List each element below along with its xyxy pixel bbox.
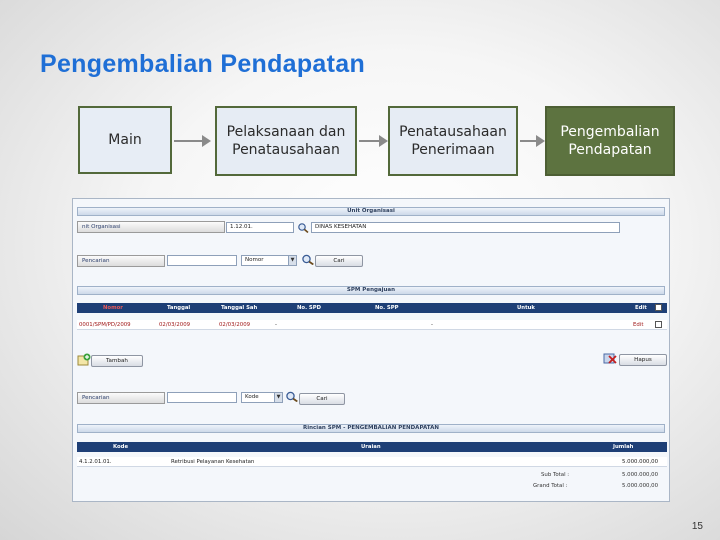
delete-button[interactable]: Hapus <box>619 354 667 366</box>
flow-arrow-icon <box>359 135 388 147</box>
search-input[interactable] <box>167 392 237 403</box>
row-nomor[interactable]: 0001/SPM/PD/2009 <box>79 320 131 330</box>
app-screenshot: Unit Organisasi nit Organisasi 1.12.01. … <box>72 198 670 502</box>
page-number: 15 <box>691 521 703 532</box>
col-untuk: Untuk <box>517 305 535 311</box>
search-button[interactable]: Cari <box>299 393 345 405</box>
search-field-select[interactable]: Nomor ▼ <box>241 255 297 266</box>
table-row[interactable]: 4.1.2.01.01. Retribusi Pelayanan Kesehat… <box>77 457 667 467</box>
unit-code-field[interactable]: 1.12.01. <box>226 222 294 233</box>
add-button[interactable]: Tambah <box>91 355 143 367</box>
unit-organisasi-bar: Unit Organisasi <box>77 207 665 216</box>
flow-step-label: Pelaksanaan dan Penatausahaan <box>226 124 346 158</box>
col-edit: Edit <box>635 305 647 311</box>
add-icon <box>77 353 91 366</box>
slide-title: Pengembalian Pendapatan <box>40 50 366 78</box>
flow-arrow-icon <box>174 135 211 147</box>
search-label: Pencarian <box>77 255 165 267</box>
search-icon <box>286 391 298 402</box>
table-row[interactable]: 0001/SPM/PD/2009 02/03/2009 02/03/2009 -… <box>77 320 667 330</box>
col-uraian: Uraian <box>361 444 381 450</box>
flow-step-main[interactable]: Main <box>78 106 172 174</box>
row-jumlah: 5.000.000,00 <box>622 459 659 465</box>
col-kode: Kode <box>113 444 129 450</box>
unit-organisasi-label: nit Organisasi <box>77 221 225 233</box>
chevron-down-icon: ▼ <box>288 256 296 265</box>
grand-total-value: 5.000.000,00 <box>622 483 659 489</box>
row-tanggal: 02/03/2009 <box>159 322 191 328</box>
flow-step-pengembalian[interactable]: Pengembalian Pendapatan <box>545 106 675 176</box>
search-label: Pencarian <box>77 392 165 404</box>
sub-total-value: 5.000.000,00 <box>622 472 659 478</box>
row-uraian: Retribusi Pelayanan Kesehatan <box>171 459 255 465</box>
detail-table-header: Kode Uraian Jumlah <box>77 442 667 452</box>
sub-total-label: Sub Total : <box>541 472 570 478</box>
col-tanggal-sah: Tanggal Sah <box>221 305 258 311</box>
search-button[interactable]: Cari <box>315 255 363 267</box>
flow-step-penerimaan[interactable]: Penatausahaan Penerimaan <box>388 106 518 176</box>
delete-icon <box>603 353 617 364</box>
search-field-select-value: Kode <box>245 394 259 400</box>
row-tanggal-sah: 02/03/2009 <box>219 322 251 328</box>
flow-step-label: Main <box>108 132 142 148</box>
row-edit-link[interactable]: Edit <box>633 320 643 330</box>
row-kode: 4.1.2.01.01. <box>79 459 112 465</box>
spm-table-header: Nomor Tanggal Tanggal Sah No. SPD No. SP… <box>77 303 667 313</box>
rincian-bar: Rincian SPM - PENGEMBALIAN PENDAPATAN <box>77 424 665 433</box>
flow-step-label: Pengembalian Pendapatan <box>560 124 660 158</box>
col-jumlah: Jumlah <box>613 444 634 450</box>
col-no-spp: No. SPP <box>375 305 399 311</box>
search-field-select[interactable]: Kode ▼ <box>241 392 283 403</box>
col-nomor: Nomor <box>103 305 123 311</box>
col-no-spd: No. SPD <box>297 305 322 311</box>
flow-step-pelaksanaan[interactable]: Pelaksanaan dan Penatausahaan <box>215 106 357 176</box>
flow-arrow-icon <box>520 135 545 147</box>
search-icon[interactable] <box>297 222 309 233</box>
col-tanggal: Tanggal <box>167 305 191 311</box>
unit-name-field[interactable]: DINAS KESEHATAN <box>311 222 620 233</box>
search-field-select-value: Nomor <box>245 257 264 263</box>
flow-step-label: Penatausahaan Penerimaan <box>399 124 507 158</box>
search-input[interactable] <box>167 255 237 266</box>
spm-pengajuan-bar: SPM Pengajuan <box>77 286 665 295</box>
search-icon <box>302 254 314 265</box>
row-no-spp: - <box>431 322 433 328</box>
grand-total-label: Grand Total : <box>533 483 568 489</box>
row-no-spd: - <box>275 322 277 328</box>
chevron-down-icon: ▼ <box>274 393 282 402</box>
